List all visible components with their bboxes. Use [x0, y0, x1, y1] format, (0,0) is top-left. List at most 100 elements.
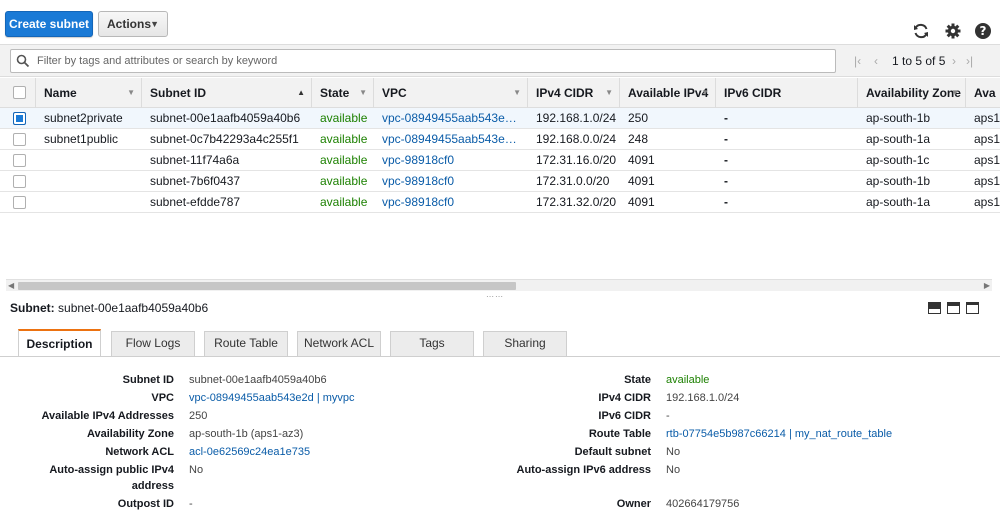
detail-value-subnet-id: subnet-00e1aafb4059a40b6: [189, 374, 327, 386]
layout-split-icon[interactable]: [928, 302, 941, 314]
cell-ipv6-cidr: -: [724, 111, 728, 125]
row-checkbox[interactable]: [13, 133, 26, 146]
column-header-ipv6-cidr[interactable]: IPv6 CIDR: [715, 78, 857, 108]
cell-state: available: [320, 153, 368, 167]
table-row[interactable]: subnet-11f74a6a available vpc-98918cf0 1…: [0, 150, 1000, 171]
row-checkbox[interactable]: [13, 196, 26, 209]
detail-value-ipv4-cidr: 192.168.1.0/24: [666, 392, 740, 404]
layout-maximize-icon[interactable]: [966, 302, 979, 314]
scroll-right-icon[interactable]: ▶: [984, 280, 990, 292]
column-label: IPv6 CIDR: [724, 86, 782, 100]
detail-value-outpost-id: -: [189, 498, 193, 510]
column-header-state[interactable]: State ▼: [311, 78, 373, 108]
cell-name: [35, 171, 141, 192]
actions-dropdown-button[interactable]: Actions ▼: [98, 11, 168, 37]
cell-availability-zone-id: aps1-az3: [974, 174, 1000, 188]
tab-network-acl[interactable]: Network ACL: [297, 331, 381, 356]
cell-availability-zone: ap-south-1c: [866, 153, 930, 167]
detail-label-default-subnet: Default subnet: [574, 446, 651, 458]
detail-label-auto-assign-ipv4-cont: address: [131, 480, 174, 492]
column-header-available-ipv4[interactable]: Available IPv4 ▼: [619, 78, 715, 108]
detail-value-network-acl-link[interactable]: acl-0e62569c24ea1e735: [189, 446, 310, 458]
cell-state: available: [320, 132, 368, 146]
cell-vpc-link[interactable]: vpc-98918cf0: [373, 192, 523, 213]
search-input[interactable]: [35, 53, 825, 69]
cell-available-ipv4: 4091: [628, 153, 655, 167]
column-label: IPv4 CIDR: [536, 86, 594, 100]
search-icon: [16, 54, 30, 68]
cell-available-ipv4: 250: [628, 111, 649, 125]
table-row[interactable]: subnet-efdde787 available vpc-98918cf0 1…: [0, 192, 1000, 213]
tabs-divider: [0, 356, 1000, 357]
column-header-availability-zone[interactable]: Availability Zone ▼: [857, 78, 965, 108]
cell-availability-zone-id: aps1-az3: [974, 111, 1000, 125]
tab-route-table[interactable]: Route Table: [204, 331, 288, 356]
help-icon[interactable]: ?: [974, 22, 992, 40]
detail-value-default-subnet: No: [666, 446, 681, 458]
search-box[interactable]: [10, 49, 836, 73]
table-row[interactable]: subnet-7b6f0437 available vpc-98918cf0 1…: [0, 171, 1000, 192]
actions-label: Actions: [107, 17, 152, 31]
sort-icon: ▼: [513, 88, 521, 97]
column-header-ipv4-cidr[interactable]: IPv4 CIDR ▼: [527, 78, 619, 108]
create-subnet-button[interactable]: Create subnet: [5, 11, 93, 37]
chevron-down-icon: ▼: [150, 19, 159, 29]
cell-vpc-link[interactable]: vpc-08949455aab543e2d | myvpc: [373, 108, 523, 129]
gear-icon[interactable]: [944, 22, 962, 40]
horizontal-scrollbar[interactable]: ◀ ▶: [6, 279, 992, 291]
toolbar: Create subnet Actions ▼ ?: [0, 0, 1000, 44]
detail-value-route-table-link[interactable]: rtb-07754e5b987c66214 | my_nat_route_tab…: [666, 428, 892, 440]
cell-state: available: [320, 111, 368, 125]
column-label: Available IPv4: [628, 86, 709, 100]
detail-label-ipv6-cidr: IPv6 CIDR: [598, 410, 651, 422]
cell-vpc-link[interactable]: vpc-98918cf0: [373, 150, 523, 171]
sort-icon: ▼: [359, 88, 367, 97]
tab-flow-logs[interactable]: Flow Logs: [111, 331, 195, 356]
scrollbar-thumb[interactable]: [18, 282, 516, 290]
sort-icon: ▼: [701, 88, 709, 97]
column-header-vpc[interactable]: VPC ▼: [373, 78, 527, 108]
detail-value-vpc-link[interactable]: vpc-08949455aab543e2d | myvpc: [189, 392, 355, 404]
detail-label-outpost-id: Outpost ID: [117, 498, 174, 510]
cell-available-ipv4: 248: [628, 132, 649, 146]
column-label: VPC: [382, 86, 407, 100]
detail-label-owner: Owner: [616, 498, 651, 510]
column-header-subnet-id[interactable]: Subnet ID ▲: [141, 78, 311, 108]
tab-tags[interactable]: Tags: [390, 331, 474, 356]
column-label: Ava: [974, 86, 996, 100]
cell-vpc-link[interactable]: vpc-08949455aab543e2d | myvpc: [373, 129, 523, 150]
column-header-name[interactable]: Name ▼: [35, 78, 141, 108]
select-all-checkbox[interactable]: [13, 86, 26, 99]
first-page-icon[interactable]: |‹: [854, 54, 861, 68]
column-header-availability-zone-id[interactable]: Ava: [965, 78, 1000, 108]
cell-availability-zone: ap-south-1b: [866, 111, 931, 125]
scroll-left-icon[interactable]: ◀: [8, 280, 14, 292]
row-checkbox[interactable]: [13, 154, 26, 167]
table-header: Name ▼ Subnet ID ▲ State ▼ VPC ▼ IPv4 CI…: [0, 78, 1000, 108]
cell-name: [35, 192, 141, 213]
tab-sharing[interactable]: Sharing: [483, 331, 567, 356]
column-label: State: [320, 86, 350, 100]
layout-split-half-icon[interactable]: [947, 302, 960, 314]
panel-layout-controls: [928, 302, 982, 314]
row-checkbox[interactable]: [13, 112, 26, 125]
detail-value-auto-assign-ipv6: No: [666, 464, 681, 476]
cell-ipv4-cidr: 192.168.1.0/24: [536, 111, 617, 125]
prev-page-icon[interactable]: ‹: [874, 54, 878, 68]
detail-label-network-acl: Network ACL: [105, 446, 174, 458]
row-checkbox[interactable]: [13, 175, 26, 188]
table-row[interactable]: subnet2private subnet-00e1aafb4059a40b6 …: [0, 108, 1000, 129]
next-page-icon[interactable]: ›: [952, 54, 956, 68]
resize-handle[interactable]: ⋯⋯: [486, 292, 504, 301]
cell-name: subnet2private: [44, 111, 123, 125]
cell-subnet-id: subnet-7b6f0437: [150, 174, 241, 188]
cell-vpc-link[interactable]: vpc-98918cf0: [373, 171, 523, 192]
sort-ascending-icon: ▲: [297, 88, 305, 97]
detail-title-value: subnet-00e1aafb4059a40b6: [58, 301, 209, 315]
tab-description[interactable]: Description: [18, 329, 101, 357]
table-row[interactable]: subnet1public subnet-0c7b42293a4c255f1 a…: [0, 129, 1000, 150]
column-label: Availability Zone: [866, 86, 961, 100]
cell-available-ipv4: 4091: [628, 174, 655, 188]
last-page-icon[interactable]: ›|: [966, 54, 973, 68]
refresh-icon[interactable]: [912, 22, 930, 40]
